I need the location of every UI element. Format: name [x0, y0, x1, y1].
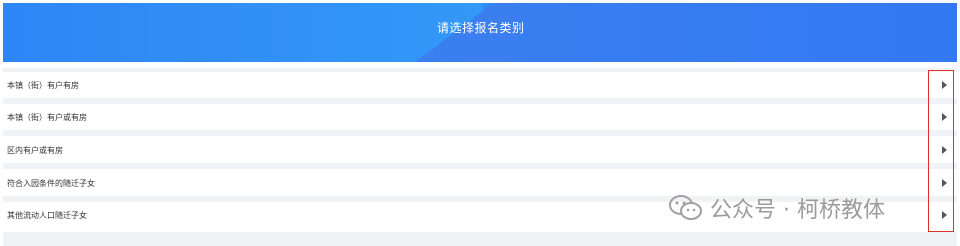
watermark: 公众号 · 柯桥教体: [668, 192, 885, 224]
category-label: 本镇（街）有户或有房: [7, 113, 87, 122]
row-gap: [3, 130, 957, 136]
category-label: 本镇（街）有户有房: [7, 81, 79, 90]
category-item-local-household-or-house[interactable]: 本镇（街）有户或有房: [3, 104, 957, 130]
category-select-page: 请选择报名类别 本镇（街）有户有房 本镇（街）有户或有房 区内有户或有房 符合入…: [0, 0, 960, 246]
page-title: 请选择报名类别: [437, 21, 525, 35]
category-item-district-household-or-house[interactable]: 区内有户或有房: [3, 137, 957, 163]
arrow-highlight-box: [928, 70, 954, 232]
category-label: 区内有户或有房: [7, 146, 63, 155]
watermark-text: 公众号 · 柯桥教体: [710, 198, 885, 223]
wechat-icon: [669, 195, 702, 220]
category-label: 符合入园条件的随迁子女: [7, 179, 95, 188]
category-label: 其他流动人口随迁子女: [7, 211, 87, 220]
category-item-local-household-and-house[interactable]: 本镇（街）有户有房: [3, 72, 957, 98]
header-left-panel: [3, 3, 483, 62]
row-gap: [3, 163, 957, 169]
list-bottom-shade: [3, 232, 957, 246]
